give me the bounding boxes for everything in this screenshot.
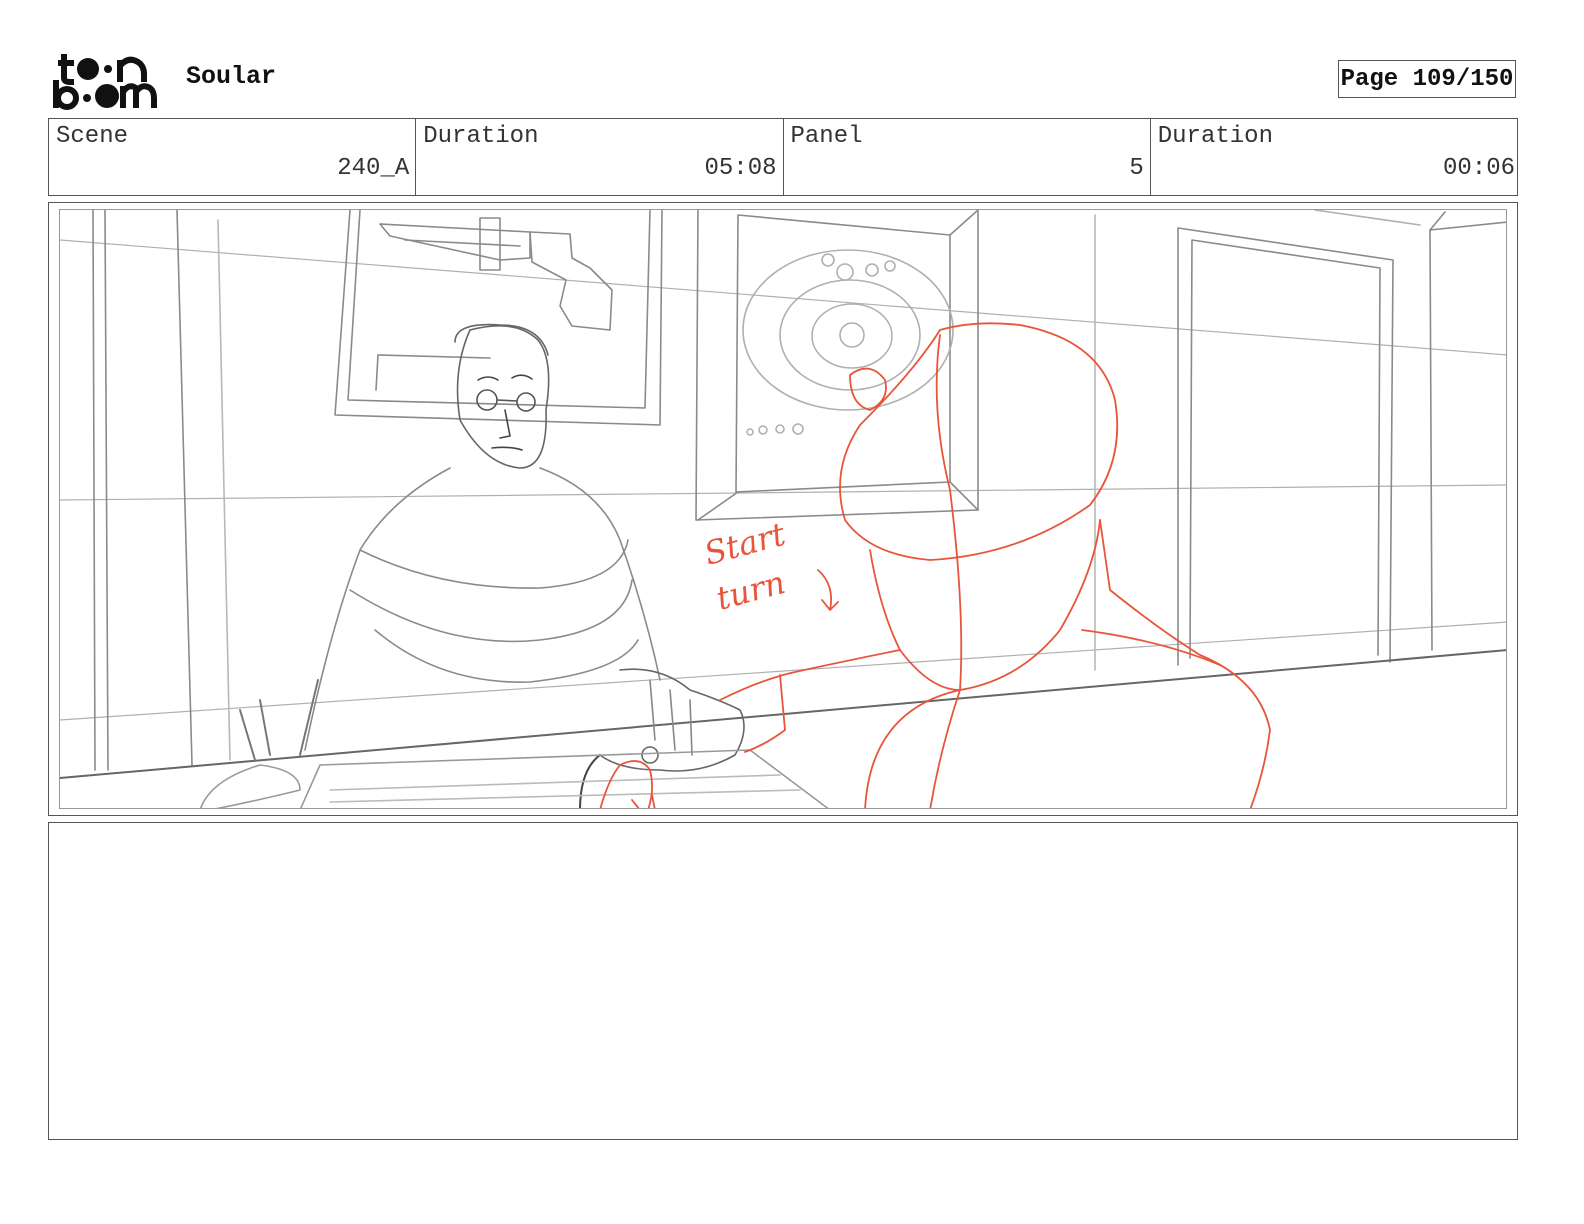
panel-label: Panel [790,123,863,150]
scene-duration-cell: Duration 05:08 [416,119,784,195]
storyboard-drawing: Start turn [59,209,1507,809]
panel-duration-cell: Duration 00:06 [1151,119,1517,195]
panel-cell: Panel 5 [784,119,1151,195]
panel-notes-box[interactable] [48,822,1518,1140]
panel-value: 5 [1129,155,1144,182]
scene-cell: Scene 240_A [49,119,417,195]
scene-duration-label: Duration [423,123,539,150]
annotation-turn: turn [712,563,789,618]
project-title: Soular [186,62,277,91]
panel-duration-label: Duration [1157,123,1273,150]
panel-duration-value: 00:06 [1442,155,1515,182]
toon-boom-logo [50,50,165,112]
character-sketch-red [599,322,1271,808]
scene-duration-value: 05:08 [704,155,777,182]
storyboard-panel-frame: Start turn [48,202,1518,816]
scene-label: Scene [56,123,129,150]
scene-value: 240_A [337,155,410,182]
scene-info-row: Scene 240_A Duration 05:08 Panel 5 Durat… [48,118,1518,196]
page-indicator: Page 109/150 [1338,60,1516,98]
